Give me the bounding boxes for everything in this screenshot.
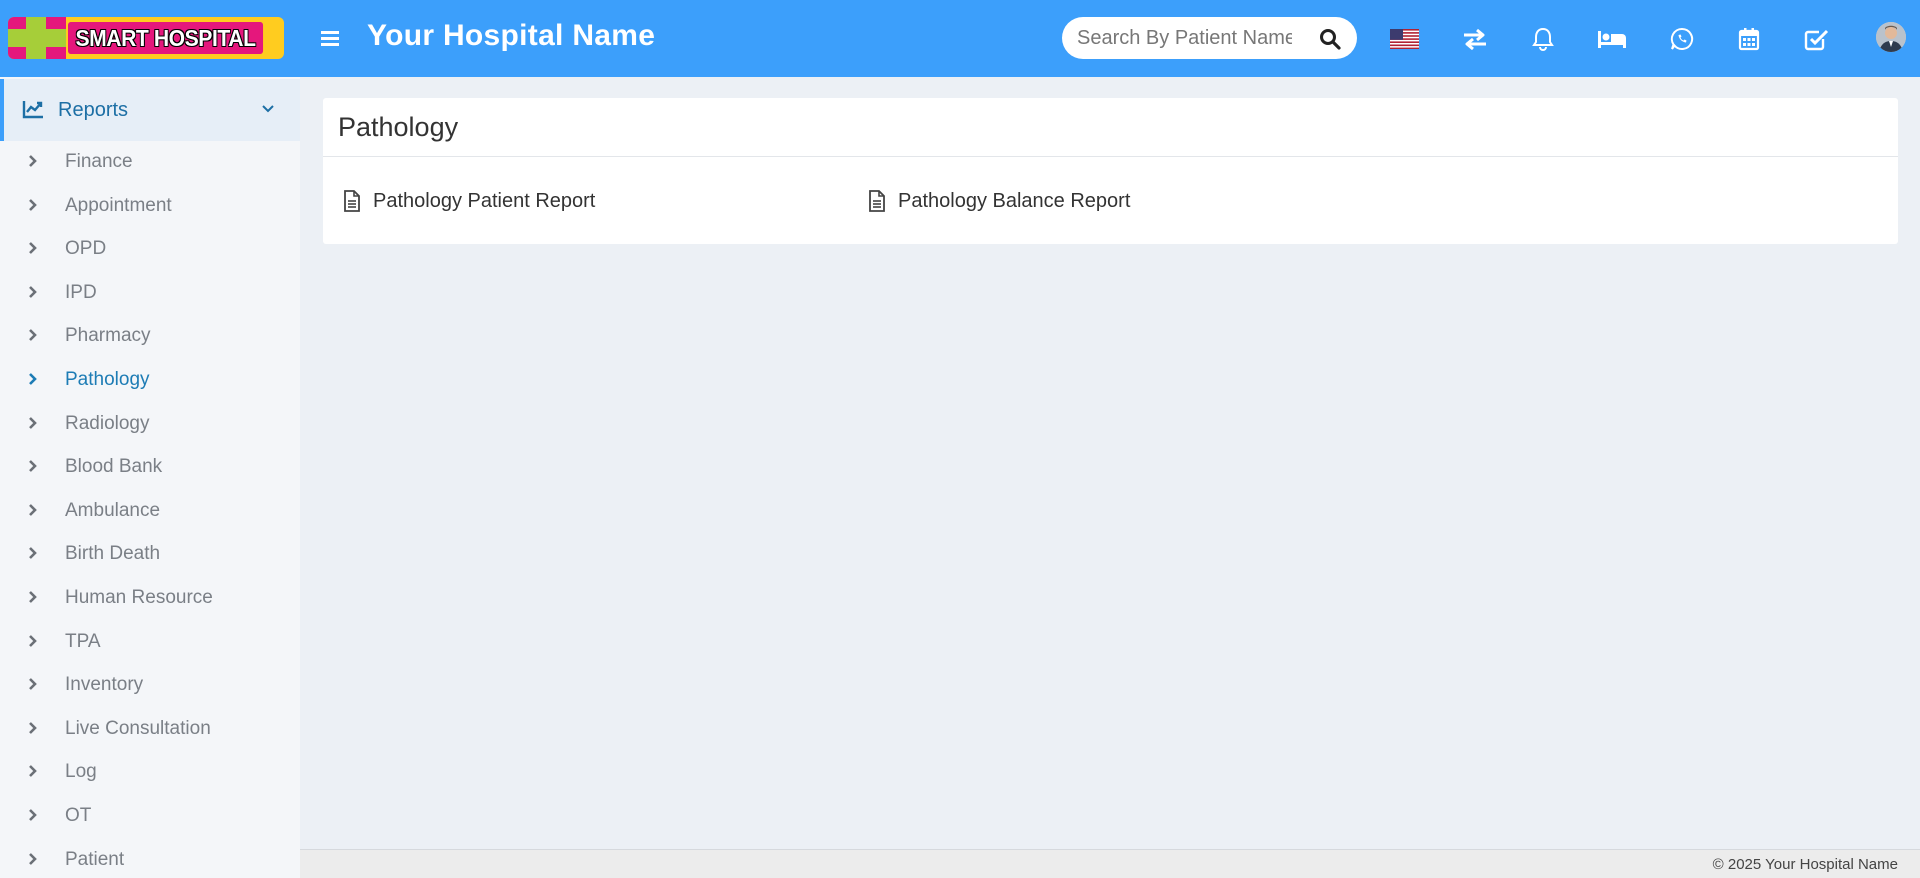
search-icon[interactable]	[1319, 28, 1341, 50]
bed-icon[interactable]	[1597, 24, 1627, 54]
chevron-right-icon	[26, 589, 40, 605]
top-header: SMART HOSPITAL Your Hospital Name	[0, 0, 1920, 77]
chevron-right-icon	[26, 327, 40, 343]
search-input[interactable]	[1077, 26, 1292, 50]
chevron-right-icon	[26, 284, 40, 300]
chevron-right-icon	[26, 720, 40, 736]
report-link-label: Pathology Balance Report	[898, 189, 1131, 212]
sidebar-item-label: Birth Death	[65, 543, 161, 565]
chevron-right-icon	[26, 415, 40, 431]
sidebar-item-label: Pathology	[65, 369, 150, 390]
sidebar-item-label: Inventory	[65, 674, 144, 696]
chevron-right-icon	[26, 633, 40, 649]
sidebar-item-patient[interactable]: Patient	[0, 839, 300, 878]
us-flag-icon[interactable]	[1390, 29, 1419, 49]
patient-search	[1062, 17, 1357, 59]
switch-icon[interactable]	[1460, 24, 1490, 54]
sidebar-item-inventory[interactable]: Inventory	[0, 664, 300, 706]
sidebar-item-pharmacy[interactable]: Pharmacy	[0, 315, 300, 357]
sidebar: Reports Finance Appointment OPD IPD Pharmacy…	[0, 77, 300, 878]
chevron-down-icon	[260, 101, 276, 117]
sidebar-item-label: OT	[65, 805, 92, 826]
bell-icon[interactable]	[1528, 24, 1558, 54]
sidebar-item-label: Radiology	[65, 412, 150, 434]
logo-cross-icon	[8, 17, 66, 59]
menu-icon[interactable]	[318, 26, 342, 50]
hospital-name: Your Hospital Name	[367, 19, 656, 52]
sidebar-item-label: Appointment	[65, 194, 172, 216]
sidebar-item-birth-death[interactable]: Birth Death	[0, 533, 300, 575]
panel-divider	[323, 156, 1898, 157]
pathology-panel: Pathology Pathology Patient Report Patho	[323, 98, 1898, 244]
report-link-label: Pathology Patient Report	[373, 189, 596, 212]
sidebar-item-pathology[interactable]: Pathology	[0, 359, 300, 401]
logo-text: SMART HOSPITAL	[68, 22, 264, 54]
sidebar-item-opd[interactable]: OPD	[0, 228, 300, 270]
chevron-right-icon	[26, 502, 40, 518]
chevron-right-icon	[26, 197, 40, 213]
avatar[interactable]	[1876, 22, 1906, 52]
sidebar-item-tpa[interactable]: TPA	[0, 621, 300, 663]
sidebar-item-label: Log	[65, 761, 97, 783]
chevron-right-icon	[26, 153, 40, 169]
whatsapp-icon[interactable]	[1667, 24, 1697, 54]
chevron-right-icon	[26, 371, 40, 387]
chevron-right-icon	[26, 807, 40, 823]
page-title: Pathology	[338, 112, 459, 142]
chevron-right-icon	[26, 240, 40, 256]
sidebar-section-reports[interactable]: Reports	[0, 79, 300, 141]
sidebar-item-finance[interactable]: Finance	[0, 141, 300, 183]
sidebar-item-radiology[interactable]: Radiology	[0, 403, 300, 445]
pathology-balance-report-link[interactable]: Pathology Balance Report	[868, 188, 1130, 214]
sidebar-item-ambulance[interactable]: Ambulance	[0, 490, 300, 532]
sidebar-item-ipd[interactable]: IPD	[0, 272, 300, 314]
sidebar-item-live-consultation[interactable]: Live Consultation	[0, 708, 300, 750]
chevron-right-icon	[26, 763, 40, 779]
sidebar-item-label: IPD	[65, 281, 97, 303]
document-icon	[868, 190, 886, 212]
checkbox-icon[interactable]	[1802, 24, 1832, 54]
sidebar-item-ot[interactable]: OT	[0, 795, 300, 837]
footer-copyright: © 2025 Your Hospital Name	[1712, 856, 1898, 873]
calendar-icon[interactable]	[1734, 24, 1764, 54]
footer: © 2025 Your Hospital Name	[300, 849, 1920, 878]
hospital-logo[interactable]: SMART HOSPITAL	[8, 17, 284, 59]
sidebar-item-label: Patient	[65, 848, 125, 870]
sidebar-item-label: Live Consultation	[65, 717, 211, 739]
sidebar-item-label: TPA	[65, 630, 101, 652]
chevron-right-icon	[26, 458, 40, 474]
sidebar-item-label: Blood Bank	[65, 456, 163, 478]
sidebar-item-label: OPD	[65, 238, 107, 260]
chevron-right-icon	[26, 545, 40, 561]
sidebar-item-blood-bank[interactable]: Blood Bank	[0, 446, 300, 488]
document-icon	[343, 190, 361, 212]
sidebar-item-label: Finance	[65, 151, 133, 172]
pathology-patient-report-link[interactable]: Pathology Patient Report	[343, 188, 595, 214]
chevron-right-icon	[26, 676, 40, 692]
sidebar-item-human-resource[interactable]: Human Resource	[0, 577, 300, 619]
sidebar-item-label: Human Resource	[65, 587, 213, 608]
sidebar-section-label: Reports	[58, 99, 129, 121]
sidebar-item-log[interactable]: Log	[0, 751, 300, 793]
line-chart-icon	[22, 99, 44, 119]
chevron-right-icon	[26, 851, 40, 867]
sidebar-item-label: Ambulance	[65, 499, 161, 521]
sidebar-item-label: Pharmacy	[65, 325, 151, 347]
sidebar-item-appointment[interactable]: Appointment	[0, 185, 300, 227]
